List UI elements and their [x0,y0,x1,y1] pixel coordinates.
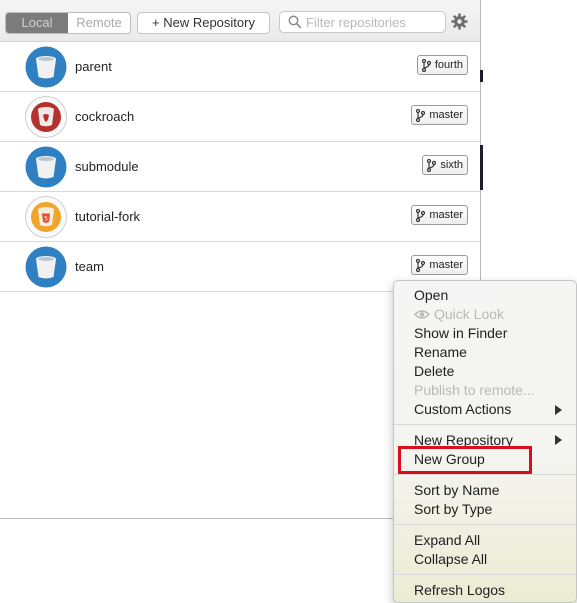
gear-icon[interactable] [451,13,468,30]
branch-icon [416,258,426,272]
menu-separator [394,574,576,575]
branch-badge[interactable]: master [411,255,468,275]
blue-bucket-icon [25,46,67,88]
repo-row-parent[interactable]: parent fourth [0,42,480,92]
repo-row-cockroach[interactable]: cockroach master [0,92,480,142]
branch-name: sixth [440,159,463,171]
branch-icon [427,158,437,172]
repo-name: parent [75,59,112,74]
menu-item-delete[interactable]: Delete [414,362,454,381]
html5-bucket-icon: 5 [25,196,67,238]
branch-name: master [429,109,463,121]
magnifier-icon [288,15,302,29]
window-edge [480,70,483,82]
new-group-highlight-box [398,446,532,474]
submenu-arrow-icon [555,405,562,415]
svg-text:5: 5 [44,216,48,223]
branch-icon [416,108,426,122]
eye-icon [414,310,430,319]
window-edge [480,145,483,190]
menu-item-collapse-all[interactable]: Collapse All [414,550,487,569]
quick-look-label: Quick Look [434,306,505,322]
repo-name: submodule [75,159,139,174]
repo-row-tutorial-fork[interactable]: 5 tutorial-fork master [0,192,480,242]
branch-name: master [429,209,463,221]
blue-bucket-icon [25,146,67,188]
menu-item-publish-to-remote: Publish to remote... [414,382,535,398]
branch-icon [421,58,431,72]
menu-item-sort-by-type[interactable]: Sort by Type [414,500,492,519]
branch-icon [416,208,426,222]
tab-remote[interactable]: Remote [68,13,130,33]
search-input[interactable] [306,13,441,31]
menu-separator [394,424,576,425]
menu-item-sort-by-name[interactable]: Sort by Name [414,481,500,500]
branch-badge[interactable]: sixth [422,155,468,175]
menu-item-open[interactable]: Open [414,286,448,305]
repo-row-submodule[interactable]: submodule sixth [0,142,480,192]
red-bucket-icon [25,96,67,138]
branch-name: master [429,259,463,271]
blue-bucket-icon [25,246,67,288]
menu-item-rename[interactable]: Rename [414,343,467,362]
menu-item-expand-all[interactable]: Expand All [414,531,480,550]
filter-repositories-field[interactable] [279,11,446,33]
branch-name: fourth [434,59,463,71]
branch-badge[interactable]: fourth [416,55,468,75]
menu-item-custom-actions[interactable]: Custom Actions [414,400,511,419]
local-remote-toggle[interactable]: Local Remote [5,12,131,34]
menu-item-refresh-logos[interactable]: Refresh Logos [414,581,505,600]
menu-separator [394,474,576,475]
toolbar: Local Remote + New Repository [0,0,480,42]
menu-item-quick-look: Quick Look [414,305,504,324]
repo-name: team [75,259,104,274]
tab-local[interactable]: Local [6,13,68,33]
repo-name: cockroach [75,109,135,124]
menu-separator [394,524,576,525]
menu-item-show-in-finder[interactable]: Show in Finder [414,324,507,343]
new-repository-button[interactable]: + New Repository [137,12,270,34]
branch-badge[interactable]: master [411,105,468,125]
submenu-arrow-icon [555,435,562,445]
repo-name: tutorial-fork [75,209,141,224]
context-menu: Open Quick Look Show in Finder Rename De… [393,280,577,603]
branch-badge[interactable]: master [411,205,468,225]
